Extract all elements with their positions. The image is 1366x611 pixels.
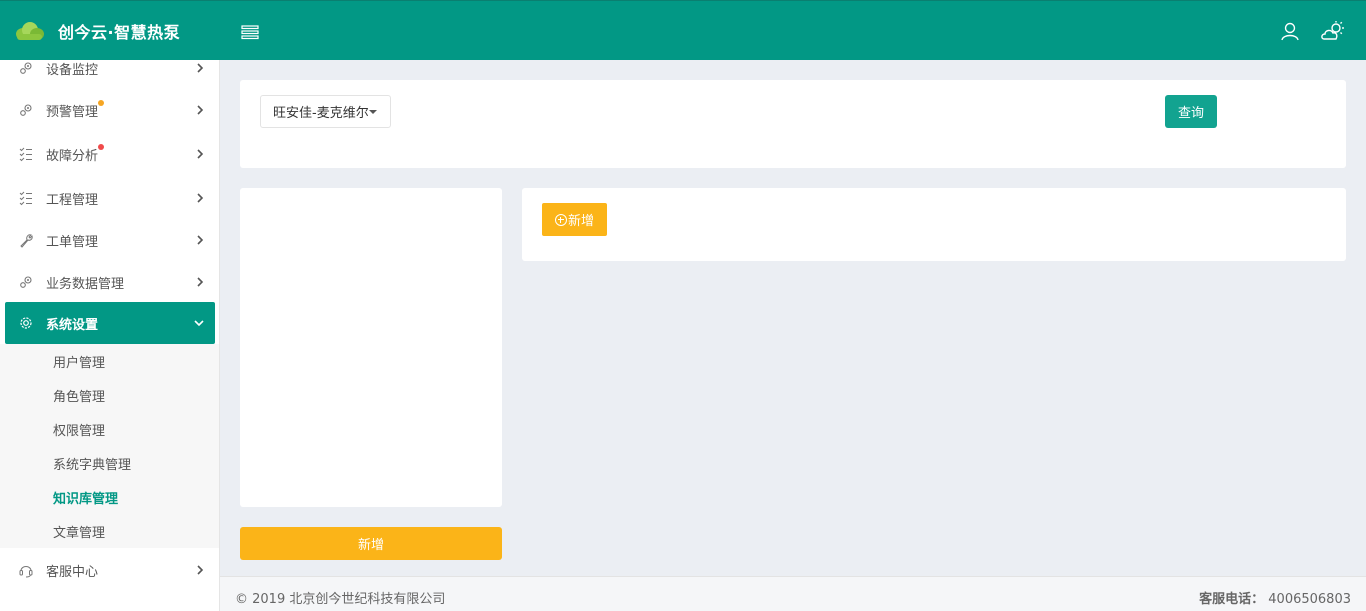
knowledge-list-panel: 新增 [522, 188, 1346, 261]
sidebar-item-label: 系统设置 [46, 317, 99, 333]
checklist-icon [19, 147, 32, 162]
top-header: 创今云·智慧热泵 [0, 0, 1366, 60]
service-hotline: 客服电话： 4006506803 [1199, 588, 1351, 607]
cloud-logo-icon [16, 22, 44, 40]
chevron-right-icon [197, 193, 204, 203]
chevron-down-icon [194, 320, 204, 327]
submenu-item-dictionary[interactable]: 系统字典管理 [0, 446, 219, 480]
filter-panel: 旺安佳-麦克维尔 查询 [240, 80, 1346, 168]
user-icon[interactable] [1279, 20, 1301, 42]
chevron-right-icon [197, 105, 204, 115]
sidebar-item-label: 工程管理 [46, 192, 99, 208]
sidebar-item-business-data[interactable]: 业务数据管理 [0, 261, 219, 303]
add-knowledge-label: 新增 [567, 214, 594, 229]
service-label: 客服电话： [1199, 592, 1265, 607]
submenu-system-settings: 用户管理 角色管理 权限管理 系统字典管理 知识库管理 文章管理 [0, 344, 219, 548]
chevron-right-icon [197, 277, 204, 287]
company-select[interactable]: 旺安佳-麦克维尔 [260, 95, 391, 128]
sidebar-item-label: 设备监控 [46, 62, 99, 78]
submenu-item-roles[interactable]: 角色管理 [0, 378, 219, 412]
service-phone: 4006506803 [1268, 592, 1351, 607]
weather-icon[interactable] [1320, 20, 1346, 42]
sidebar-item-work-orders[interactable]: 工单管理 [0, 219, 219, 261]
sidebar: 设备监控 预警管理 故障分析 工程管理 工单管理 业务数据管理 系统设置 用户管… [0, 60, 220, 611]
menu-toggle-icon[interactable] [241, 23, 259, 41]
chevron-right-icon [197, 63, 204, 73]
app-title: 创今云·智慧热泵 [58, 23, 181, 42]
gears-icon [20, 104, 32, 116]
submenu-item-articles[interactable]: 文章管理 [0, 514, 219, 548]
chevron-right-icon [197, 565, 204, 575]
headset-icon [19, 565, 33, 578]
sidebar-item-fault-analysis[interactable]: 故障分析 [0, 133, 219, 175]
add-knowledge-button[interactable]: 新增 [542, 203, 607, 236]
chevron-right-icon [197, 149, 204, 159]
category-tree-panel [240, 188, 502, 507]
sidebar-item-customer-service[interactable]: 客服中心 [0, 549, 219, 591]
sidebar-item-label: 业务数据管理 [46, 276, 125, 292]
brand[interactable]: 创今云·智慧热泵 [14, 17, 180, 45]
notification-dot [98, 144, 104, 150]
sidebar-item-system-settings[interactable]: 系统设置 [5, 302, 215, 344]
submenu-item-permissions[interactable]: 权限管理 [0, 412, 219, 446]
chevron-right-icon [197, 235, 204, 245]
sidebar-item-alerts[interactable]: 预警管理 [0, 89, 219, 131]
notification-dot [98, 100, 104, 106]
sidebar-item-label: 故障分析 [46, 148, 99, 164]
gears-icon [20, 62, 32, 74]
sidebar-item-project-management[interactable]: 工程管理 [0, 177, 219, 219]
wrench-icon [20, 234, 33, 248]
sidebar-item-label: 客服中心 [46, 564, 99, 580]
sidebar-item-label: 工单管理 [46, 234, 99, 250]
plus-circle-icon [554, 213, 567, 226]
caret-down-icon [369, 110, 377, 114]
add-category-button[interactable]: 新增 [240, 527, 502, 560]
gears-icon [20, 276, 32, 288]
copyright-text: © 2019 北京创今世纪科技有限公司 [235, 592, 446, 607]
sidebar-item-device-monitor[interactable]: 设备监控 [0, 60, 219, 89]
submenu-item-users[interactable]: 用户管理 [0, 344, 219, 378]
sidebar-item-label: 预警管理 [46, 104, 99, 120]
company-select-value: 旺安佳-麦克维尔 [273, 106, 369, 121]
query-button[interactable]: 查询 [1165, 95, 1217, 128]
submenu-item-knowledge-base[interactable]: 知识库管理 [0, 480, 219, 514]
checklist-icon [19, 191, 32, 206]
settings-icon [20, 317, 32, 329]
footer: © 2019 北京创今世纪科技有限公司 客服电话： 4006506803 [220, 576, 1366, 611]
